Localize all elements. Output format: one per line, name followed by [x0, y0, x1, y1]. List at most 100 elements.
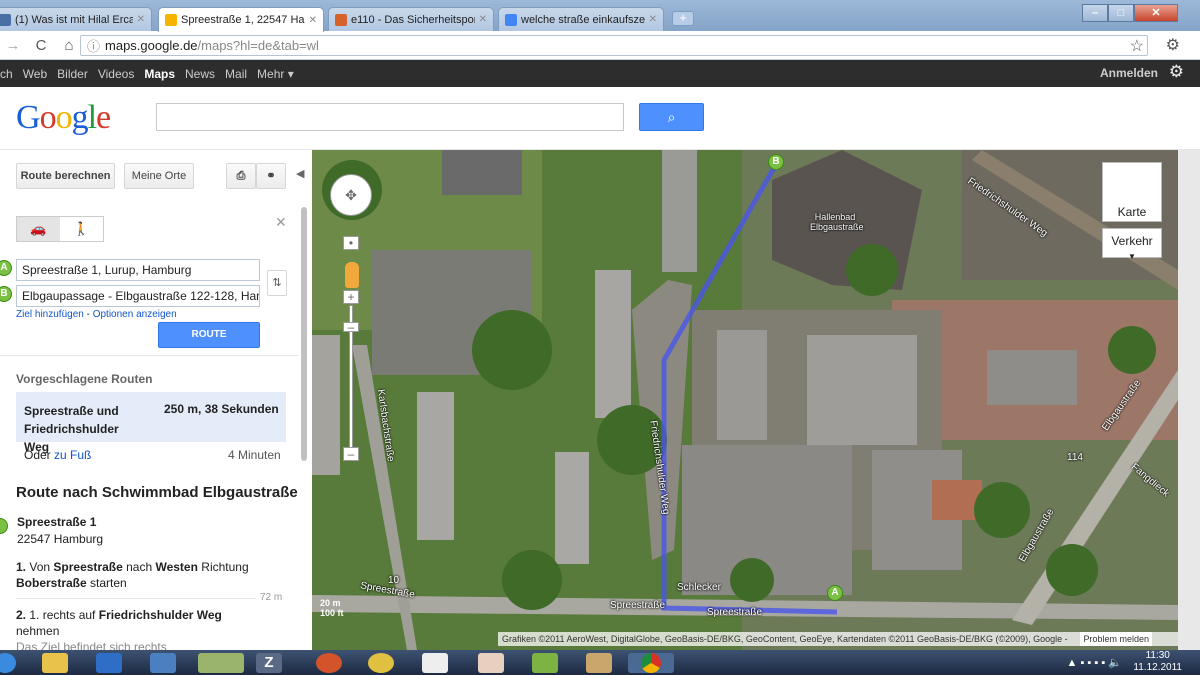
tab-close-icon[interactable]: ✕: [309, 15, 317, 26]
window-controls: – □ ✕: [1082, 4, 1178, 22]
label-schlecker: Schlecker: [677, 582, 721, 593]
page-scrollbar[interactable]: [1178, 150, 1200, 650]
tab-close-icon[interactable]: ✕: [137, 14, 145, 25]
zoom-out-button[interactable]: –: [343, 447, 359, 461]
label-spreestrasse-3: Spreestraße: [707, 607, 763, 618]
print-icon[interactable]: ⎙: [226, 163, 256, 189]
direction-step-2[interactable]: 2. 1. rechts auf Friedrichshulder Weg neh…: [16, 607, 256, 650]
panel-scrollbar[interactable]: [301, 207, 307, 461]
alt-duration: 4 Minuten: [228, 448, 281, 462]
route-berechnen-submit-button[interactable]: ROUTE BERECHNEN: [158, 322, 260, 364]
google-logo[interactable]: Google: [16, 99, 111, 137]
app-icon[interactable]: [316, 653, 342, 673]
marker-a-pin-icon[interactable]: A: [827, 585, 843, 601]
gbar-web[interactable]: Web: [23, 67, 47, 81]
home-icon[interactable]: ⌂: [60, 37, 78, 54]
folder-icon[interactable]: [198, 653, 244, 673]
divider: [0, 355, 298, 356]
walk-alternative-link[interactable]: zu Fuß: [54, 448, 91, 462]
new-tab-button[interactable]: +: [672, 11, 694, 26]
google-favicon-icon: [505, 13, 517, 26]
maximize-button[interactable]: □: [1108, 4, 1134, 22]
marker-a-icon: A: [0, 260, 12, 276]
route-distance: 250 m, 38 Sekunden: [164, 402, 279, 416]
zoom-target-icon[interactable]: •: [343, 236, 359, 250]
gbar-bilder[interactable]: Bilder: [57, 67, 88, 81]
step-text: Von: [29, 560, 54, 574]
gbar-link[interactable]: ch: [0, 67, 13, 81]
traffic-button[interactable]: Verkehr ▼: [1102, 228, 1162, 261]
destination-field[interactable]: Elbgaupassage - Elbgaustraße 122-128, Ha…: [16, 285, 260, 307]
google-bar: ch Web Bilder Videos Maps News Mail Mehr…: [0, 60, 1200, 87]
step-street: Boberstraße: [16, 576, 87, 590]
tab-close-icon[interactable]: ✕: [649, 14, 657, 25]
gbar-maps[interactable]: Maps: [144, 67, 175, 81]
marker-b-pin-icon[interactable]: B: [768, 154, 784, 170]
walk-icon[interactable]: 🚶: [60, 217, 103, 241]
tab-e110[interactable]: e110 - Das Sicherheitsportal ✕: [328, 7, 494, 31]
link-icon[interactable]: ⚭: [256, 163, 286, 189]
forward-arrow-icon[interactable]: →: [4, 37, 22, 54]
add-destination-link[interactable]: Ziel hinzufügen: [16, 309, 84, 320]
meine-orte-button[interactable]: Meine Orte: [124, 163, 194, 189]
close-icon[interactable]: ✕: [275, 214, 287, 231]
tab-facebook[interactable]: (1) Was ist mit Hilal Ercan g ✕: [0, 7, 152, 31]
explorer-icon[interactable]: [42, 653, 68, 673]
settings-gear-icon[interactable]: ⚙: [1169, 62, 1184, 82]
media-player-icon[interactable]: [96, 653, 122, 673]
app-icon[interactable]: [586, 653, 612, 673]
start-button-icon[interactable]: [0, 653, 16, 673]
tab-title: welche straße einkaufszentr: [521, 13, 645, 26]
gbar-news[interactable]: News: [185, 67, 215, 81]
collapse-panel-icon[interactable]: ◀: [296, 167, 304, 180]
map-canvas[interactable]: B A Hallenbad Elbgaustraße Friedrichshul…: [312, 150, 1178, 650]
clock[interactable]: 11:30 11.12.2011: [1133, 650, 1182, 674]
show-options-link[interactable]: Optionen anzeigen: [93, 309, 177, 320]
minimize-button[interactable]: –: [1082, 4, 1108, 22]
step-distance: 72 m: [260, 592, 283, 603]
suggested-route[interactable]: Spreestraße und Friedrichshulder Weg 250…: [16, 392, 286, 454]
gbar-mehr[interactable]: Mehr ▾: [257, 67, 294, 81]
zoom-in-button[interactable]: +: [343, 290, 359, 304]
close-window-button[interactable]: ✕: [1134, 4, 1178, 22]
swap-icon[interactable]: ⇅: [267, 270, 287, 296]
alternative-route: Oder zu Fuß: [24, 448, 91, 462]
zoom-slider-handle[interactable]: –: [343, 321, 359, 333]
address-bar[interactable]: ⓘ maps.google.de/maps?hl=de&tab=wl: [80, 35, 1148, 56]
pan-control-icon[interactable]: ✥: [330, 174, 372, 216]
z-app-icon[interactable]: Z: [256, 653, 282, 673]
tab-google-search[interactable]: welche straße einkaufszentr ✕: [498, 7, 664, 31]
app-icon[interactable]: [532, 653, 558, 673]
route-berechnen-button[interactable]: Route berechnen: [16, 163, 115, 189]
tab-title: (1) Was ist mit Hilal Ercan g: [15, 13, 133, 26]
start-field[interactable]: Spreestraße 1, Lurup, Hamburg: [16, 259, 260, 281]
page-info-icon[interactable]: ⓘ: [87, 36, 100, 55]
alt-prefix: Oder: [24, 448, 55, 462]
search-button[interactable]: ⌕: [639, 103, 704, 131]
car-icon[interactable]: 🚗: [17, 217, 60, 241]
picasa-icon[interactable]: [368, 653, 394, 673]
add-options-links: Ziel hinzufügen - Optionen anzeigen: [16, 309, 177, 320]
scale-meters: 20 m: [320, 598, 341, 608]
reload-icon[interactable]: C: [32, 37, 50, 54]
bookmark-star-icon[interactable]: ☆: [1130, 36, 1144, 56]
gbar-mail[interactable]: Mail: [225, 67, 247, 81]
pegman-icon[interactable]: [345, 262, 359, 288]
app-icon[interactable]: [478, 653, 504, 673]
wrench-menu-icon[interactable]: ⚙: [1166, 35, 1180, 55]
report-problem-link[interactable]: Problem melden: [1080, 632, 1152, 646]
start-marker-icon: [0, 518, 8, 534]
app-icon[interactable]: [150, 653, 176, 673]
gbar-videos[interactable]: Videos: [98, 67, 134, 81]
tab-google-maps[interactable]: Spreestraße 1, 22547 Hamb ✕: [158, 7, 324, 32]
maps-search-input[interactable]: [156, 103, 624, 131]
direction-step-1[interactable]: 1. Von Spreestraße nach Westen Richtung …: [16, 559, 256, 591]
step-text: Das Ziel befindet sich rechts: [16, 640, 167, 650]
signin-link[interactable]: Anmelden: [1100, 66, 1158, 80]
app-icon[interactable]: [422, 653, 448, 673]
suggested-routes-heading: Vorgeschlagene Routen: [16, 372, 153, 386]
tab-close-icon[interactable]: ✕: [479, 14, 487, 25]
map-type-button[interactable]: Karte: [1102, 162, 1162, 222]
step-text: 1. rechts auf: [29, 608, 99, 622]
chrome-taskbar-icon[interactable]: [628, 653, 674, 673]
